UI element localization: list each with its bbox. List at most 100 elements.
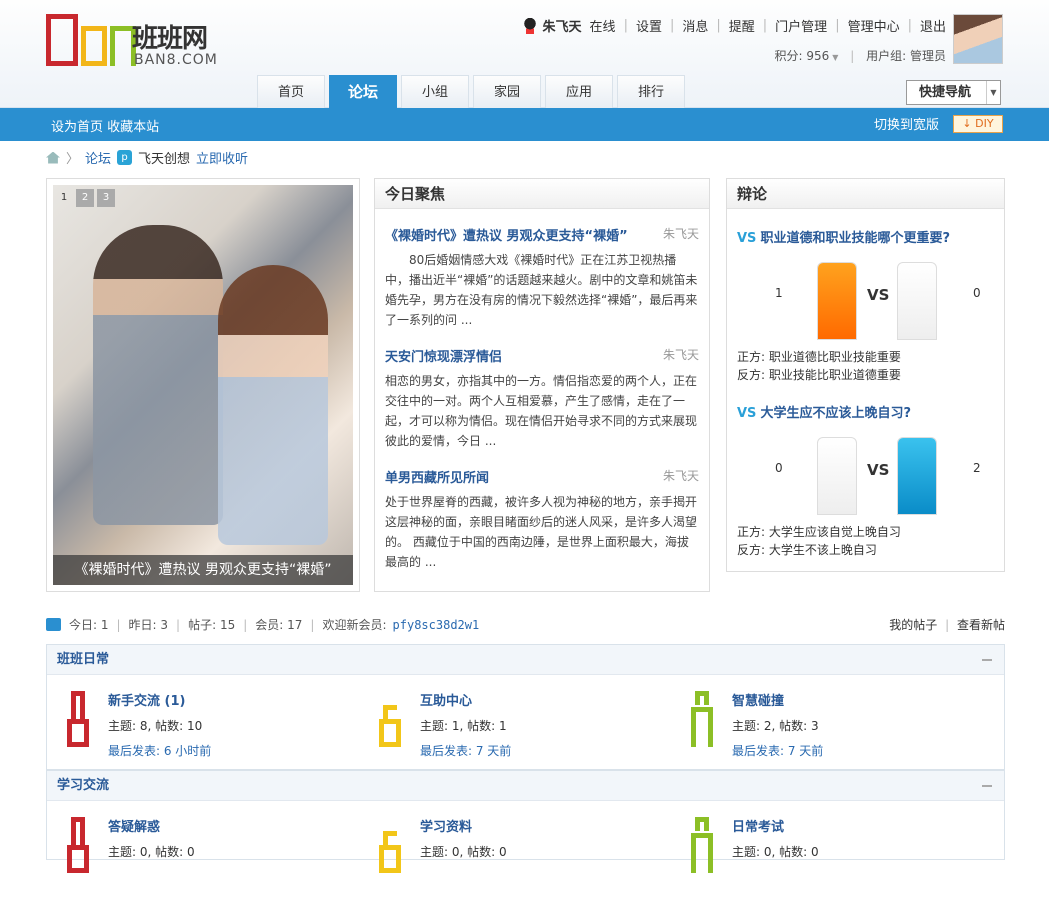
set-homepage-link[interactable]: 设为首页	[51, 120, 103, 135]
article: 单男西藏所见所闻 朱飞天 处于世界屋脊的西藏，被许多人视为神秘的地方，亲手揭开这层…	[375, 467, 709, 572]
pro-tube[interactable]	[817, 437, 857, 515]
my-posts-link[interactable]: 我的帖子	[889, 618, 937, 632]
box-title: 今日聚焦	[375, 179, 709, 209]
diy-button[interactable]: ↓ DIY	[953, 114, 1003, 133]
box-title: 辩论	[727, 179, 1004, 209]
chevron-right-icon: 〉	[66, 152, 80, 167]
qq-icon	[522, 17, 537, 34]
article-author[interactable]: 朱飞天	[663, 346, 699, 365]
article-summary: 处于世界屋脊的西藏，被许多人视为神秘的地方，亲手揭开这层神秘的面，亲眼目睹面纱后…	[385, 495, 698, 569]
slide-caption[interactable]: 《裸婚时代》遭热议 男观众更支持“裸婚”	[53, 555, 353, 585]
con-side: 反方: 职业技能比职业道德重要	[737, 368, 901, 382]
forum-last-post[interactable]: 最后发表: 6 小时前	[108, 744, 211, 758]
tab-group[interactable]: 小组	[401, 75, 469, 108]
quick-nav-button[interactable]: 快捷导航 ▼	[906, 80, 1001, 105]
settings-link[interactable]: 设置	[636, 16, 662, 35]
stat-members: 会员: 17	[255, 618, 303, 632]
forum-name[interactable]: 智慧碰撞	[732, 694, 784, 709]
collapse-icon[interactable]	[982, 659, 992, 661]
logo-b-shape	[46, 14, 78, 66]
sub-bar: 设为首页 收藏本站 切换到宽版 ↓ DIY	[0, 108, 1049, 141]
con-tube[interactable]	[897, 437, 937, 515]
forum-last-post[interactable]: 最后发表: 7 天前	[732, 744, 823, 758]
forum-last-post[interactable]: 最后发表: 7 天前	[420, 744, 511, 758]
slide-page-3[interactable]: 3	[97, 189, 115, 207]
tab-home[interactable]: 首页	[257, 75, 325, 108]
forum-item: 答疑解惑 主题: 0, 帖数: 0	[47, 801, 359, 897]
vs-label: VS	[867, 286, 890, 304]
home-icon[interactable]	[46, 151, 60, 164]
bookmark-link[interactable]: 收藏本站	[107, 120, 159, 135]
breadcrumb-forum[interactable]: 论坛	[85, 148, 111, 167]
pro-count: 0	[775, 461, 783, 475]
slide-page-1[interactable]: 1	[55, 189, 73, 207]
forum-icon[interactable]	[63, 691, 93, 747]
new-posts-link[interactable]: 查看新帖	[957, 618, 1005, 632]
forum-icon[interactable]	[375, 817, 405, 873]
user-stats: 积分: 956 ▼ | 用户组: 管理员	[774, 49, 946, 63]
forum-name[interactable]: 日常考试	[732, 820, 784, 835]
messages-link[interactable]: 消息	[682, 16, 708, 35]
article-title[interactable]: 《裸婚时代》遭热议 男观众更支持“裸婚”	[385, 225, 628, 244]
article-title[interactable]: 天安门惊现漂浮情侣	[385, 346, 502, 365]
username-link[interactable]: 朱飞天	[543, 16, 582, 35]
portal-admin-link[interactable]: 门户管理	[775, 16, 827, 35]
tab-home-space[interactable]: 家园	[473, 75, 541, 108]
user-group: 用户组: 管理员	[866, 49, 946, 63]
forum-name[interactable]: 答疑解惑	[108, 820, 160, 835]
forum-icon[interactable]	[687, 817, 717, 873]
avatar[interactable]	[953, 14, 1003, 64]
subscribe-link[interactable]: 立即收听	[196, 148, 248, 167]
forum-item: 智慧碰撞 主题: 2, 帖数: 3 最后发表: 7 天前	[671, 675, 983, 771]
logo-a-shape	[81, 26, 107, 66]
notifications-link[interactable]: 提醒	[729, 16, 755, 35]
section-title: 学习交流	[57, 778, 110, 793]
welcome-label: 欢迎新会员:	[322, 618, 387, 632]
forum-stat: 主题: 8, 帖数: 10	[108, 719, 203, 733]
tab-forum[interactable]: 论坛	[329, 75, 397, 108]
forum-icon[interactable]	[375, 691, 405, 747]
new-member-link[interactable]: pfy8sc38d2w1	[393, 618, 480, 632]
debate-question[interactable]: 大学生应不应该上晚自习?	[760, 406, 911, 421]
logout-link[interactable]: 退出	[920, 16, 946, 35]
con-tube[interactable]	[897, 262, 937, 340]
stat-posts: 帖子: 15	[188, 618, 236, 632]
pro-side: 正方: 大学生应该自觉上晚自习	[737, 525, 901, 539]
site-logo[interactable]: 班班网 BAN8.COM	[46, 12, 218, 74]
wide-mode-link[interactable]: 切换到宽版	[874, 114, 939, 133]
debate-question[interactable]: 职业道德和职业技能哪个更重要?	[760, 231, 950, 246]
forum-icon[interactable]	[687, 691, 717, 747]
slide-image[interactable]	[53, 185, 353, 585]
slideshow: 1 2 3 《裸婚时代》遭热议 男观众更支持“裸婚”	[46, 178, 360, 592]
logo-cn-text: 班班网	[132, 24, 208, 54]
forum-item: 新手交流 (1) 主题: 8, 帖数: 10 最后发表: 6 小时前	[47, 675, 359, 771]
debate-bars: 0 VS 2	[737, 431, 994, 523]
forum-item: 学习资料 主题: 0, 帖数: 0	[359, 801, 671, 897]
forum-name[interactable]: 学习资料	[420, 820, 472, 835]
pro-tube[interactable]	[817, 262, 857, 340]
caret-down-icon: ▼	[832, 53, 839, 62]
slide-page-2[interactable]: 2	[76, 189, 94, 207]
tab-ranking[interactable]: 排行	[617, 75, 685, 108]
forum-name[interactable]: 互助中心	[420, 694, 472, 709]
debate-item: VS 大学生应不应该上晚自习? 0 VS 2 正方: 大学生应该自觉上晚自习 反方…	[727, 402, 1004, 559]
chevron-down-icon: ▼	[986, 81, 1000, 104]
forum-item: 日常考试 主题: 0, 帖数: 0	[671, 801, 983, 897]
forum-name[interactable]: 新手交流 (1)	[108, 694, 185, 709]
points-link[interactable]: 积分: 956 ▼	[775, 49, 839, 63]
article-author[interactable]: 朱飞天	[663, 467, 699, 486]
slide-pager: 1 2 3	[55, 189, 115, 207]
logo-en-text: BAN8.COM	[134, 52, 218, 68]
article-title[interactable]: 单男西藏所见所闻	[385, 467, 489, 486]
pro-count: 1	[775, 286, 783, 300]
collapse-icon[interactable]	[982, 785, 992, 787]
article: 《裸婚时代》遭热议 男观众更支持“裸婚” 朱飞天 80后婚姻情感大戏《裸婚时代》正…	[375, 225, 709, 330]
article-summary: 80后婚姻情感大戏《裸婚时代》正在江苏卫视热播中，播出近半“裸婚”的话题越来越火…	[385, 253, 698, 327]
tab-apps[interactable]: 应用	[545, 75, 613, 108]
chart-icon	[46, 618, 61, 631]
forum-icon[interactable]	[63, 817, 93, 873]
article-author[interactable]: 朱飞天	[663, 225, 699, 244]
forum-stat: 主题: 1, 帖数: 1	[420, 719, 507, 733]
admin-center-link[interactable]: 管理中心	[848, 16, 900, 35]
user-bar: 朱飞天 在线 | 设置 | 消息 | 提醒 | 门户管理 | 管理中心 | 退出	[522, 16, 946, 35]
